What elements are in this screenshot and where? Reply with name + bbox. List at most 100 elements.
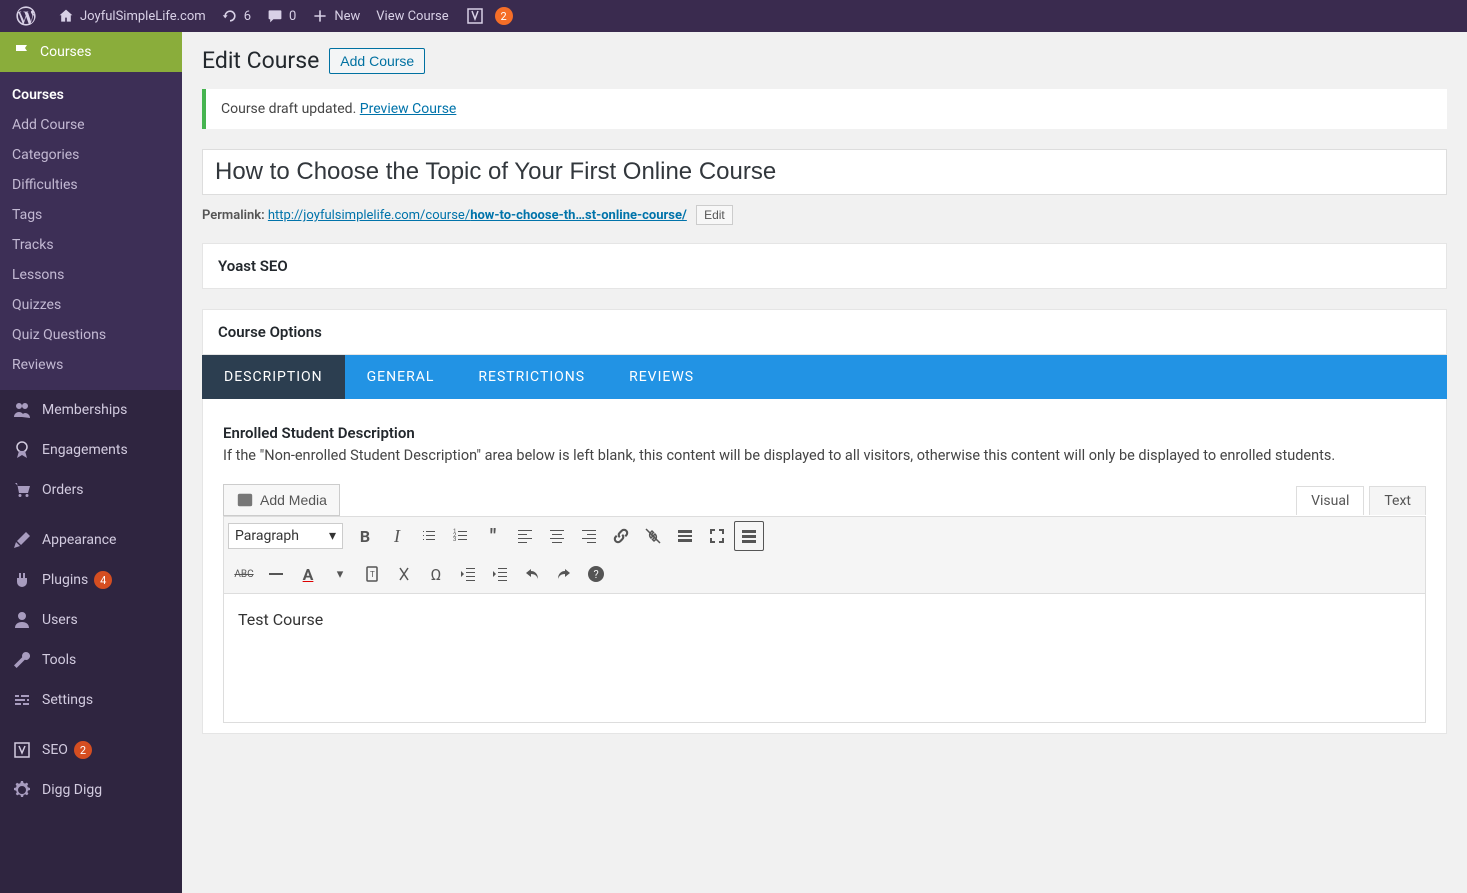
clear-formatting-button[interactable] xyxy=(389,559,419,589)
sidebar-item-memberships[interactable]: Memberships xyxy=(0,390,182,430)
align-left-button[interactable] xyxy=(510,521,540,551)
sidebar-submenu-item[interactable]: Add Course xyxy=(0,110,182,140)
yoast-badge: 2 xyxy=(495,7,513,25)
help-button[interactable]: ? xyxy=(581,559,611,589)
course-title-input[interactable] xyxy=(202,149,1447,195)
sidebar-item-orders[interactable]: Orders xyxy=(0,470,182,510)
svg-text:3: 3 xyxy=(453,536,456,543)
chevron-down-icon: ▾ xyxy=(329,528,336,544)
permalink-edit-button[interactable]: Edit xyxy=(696,205,733,225)
sidebar-submenu-item[interactable]: Tags xyxy=(0,200,182,230)
sidebar-submenu-item[interactable]: Tracks xyxy=(0,230,182,260)
strikethrough-button[interactable]: ABC xyxy=(229,559,259,589)
yoast-icon xyxy=(12,740,32,760)
format-select[interactable]: Paragraph ▾ xyxy=(228,523,343,549)
sidebar-item-users[interactable]: Users xyxy=(0,600,182,640)
sidebar-current-menu[interactable]: Courses xyxy=(0,32,182,72)
add-media-label: Add Media xyxy=(260,492,327,508)
sidebar-submenu-item[interactable]: Reviews xyxy=(0,350,182,380)
comments-count: 0 xyxy=(289,9,296,24)
permalink-row: Permalink: http://joyfulsimplelife.com/c… xyxy=(202,203,1447,243)
user-icon xyxy=(12,610,32,630)
course-options-header[interactable]: Course Options xyxy=(202,309,1447,355)
editor-toolbar-row1: Paragraph ▾ B I 123 " xyxy=(223,516,1426,555)
fullscreen-button[interactable] xyxy=(702,521,732,551)
redo-button[interactable] xyxy=(549,559,579,589)
panel-title: Enrolled Student Description xyxy=(223,424,1426,442)
site-name-link[interactable]: JoyfulSimpleLife.com xyxy=(50,0,214,32)
new-content-link[interactable]: New xyxy=(304,0,368,32)
sidebar-item-seo[interactable]: SEO2 xyxy=(0,730,182,770)
align-right-button[interactable] xyxy=(574,521,604,551)
hr-button[interactable] xyxy=(261,559,291,589)
sidebar-item-digg-digg[interactable]: Digg Digg xyxy=(0,770,182,810)
menu-label: Courses xyxy=(40,44,91,60)
sidebar-item-label: Memberships xyxy=(42,402,127,418)
sidebar-item-label: Orders xyxy=(42,482,84,498)
new-label: New xyxy=(334,9,360,24)
yoast-menu[interactable]: 2 xyxy=(457,0,521,32)
add-course-button[interactable]: Add Course xyxy=(329,48,425,74)
page-heading-row: Edit Course Add Course xyxy=(202,47,1447,74)
outdent-button[interactable] xyxy=(453,559,483,589)
wp-logo[interactable] xyxy=(8,0,50,32)
comments-link[interactable]: 0 xyxy=(259,0,304,32)
plus-icon xyxy=(312,8,328,24)
preview-course-link[interactable]: Preview Course xyxy=(360,101,457,117)
view-course-link[interactable]: View Course xyxy=(368,0,456,32)
readmore-button[interactable] xyxy=(670,521,700,551)
wordpress-icon xyxy=(16,6,36,26)
editor-content[interactable]: Test Course xyxy=(223,593,1426,723)
sidebar-item-appearance[interactable]: Appearance xyxy=(0,520,182,560)
numbered-list-button[interactable]: 123 xyxy=(446,521,476,551)
link-button[interactable] xyxy=(606,521,636,551)
tab-general[interactable]: GENERAL xyxy=(345,355,457,399)
sidebar-item-label: Digg Digg xyxy=(42,782,102,798)
undo-button[interactable] xyxy=(517,559,547,589)
options-tabs: DESCRIPTIONGENERALRESTRICTIONSREVIEWS xyxy=(202,355,1447,399)
tab-reviews[interactable]: REVIEWS xyxy=(607,355,716,399)
paste-text-button[interactable]: T xyxy=(357,559,387,589)
indent-button[interactable] xyxy=(485,559,515,589)
textcolor-dropdown[interactable]: ▾ xyxy=(325,559,355,589)
italic-button[interactable]: I xyxy=(382,521,412,551)
sidebar-submenu-item[interactable]: Lessons xyxy=(0,260,182,290)
blockquote-button[interactable]: " xyxy=(478,521,508,551)
cart-icon xyxy=(12,480,32,500)
updates-link[interactable]: 6 xyxy=(214,0,259,32)
textcolor-button[interactable]: A xyxy=(293,559,323,589)
align-center-button[interactable] xyxy=(542,521,572,551)
home-icon xyxy=(58,8,74,24)
view-label: View Course xyxy=(376,9,448,24)
sidebar-item-tools[interactable]: Tools xyxy=(0,640,182,680)
sidebar-item-plugins[interactable]: Plugins4 xyxy=(0,560,182,600)
unlink-button[interactable] xyxy=(638,521,668,551)
sidebar-item-label: Settings xyxy=(42,692,93,708)
description-panel: Enrolled Student Description If the "Non… xyxy=(202,399,1447,734)
bulleted-list-button[interactable] xyxy=(414,521,444,551)
sidebar-submenu-item[interactable]: Quiz Questions xyxy=(0,320,182,350)
sidebar-item-label: Tools xyxy=(42,652,76,668)
sidebar-submenu-item[interactable]: Categories xyxy=(0,140,182,170)
yoast-metabox-header[interactable]: Yoast SEO xyxy=(203,244,1446,288)
tab-visual[interactable]: Visual xyxy=(1296,486,1364,515)
toolbar-toggle-button[interactable] xyxy=(734,521,764,551)
bold-button[interactable]: B xyxy=(350,521,380,551)
tab-text[interactable]: Text xyxy=(1369,486,1426,515)
sidebar-submenu-item[interactable]: Difficulties xyxy=(0,170,182,200)
users-icon xyxy=(12,400,32,420)
tab-description[interactable]: DESCRIPTION xyxy=(202,355,345,399)
sidebar-submenu-item[interactable]: Courses xyxy=(0,80,182,110)
permalink-url[interactable]: http://joyfulsimplelife.com/course/how-t… xyxy=(268,208,687,223)
special-char-button[interactable]: Ω xyxy=(421,559,451,589)
add-media-button[interactable]: Add Media xyxy=(223,484,340,516)
updates-count: 6 xyxy=(244,9,251,24)
admin-bar: JoyfulSimpleLife.com 6 0 New View Course… xyxy=(0,0,1467,32)
sidebar-item-engagements[interactable]: Engagements xyxy=(0,430,182,470)
sidebar-item-label: SEO xyxy=(42,742,68,758)
tab-restrictions[interactable]: RESTRICTIONS xyxy=(456,355,607,399)
media-icon xyxy=(236,491,254,509)
sidebar-item-settings[interactable]: Settings xyxy=(0,680,182,720)
sidebar-submenu-item[interactable]: Quizzes xyxy=(0,290,182,320)
main-content: Edit Course Add Course Course draft upda… xyxy=(182,32,1467,893)
